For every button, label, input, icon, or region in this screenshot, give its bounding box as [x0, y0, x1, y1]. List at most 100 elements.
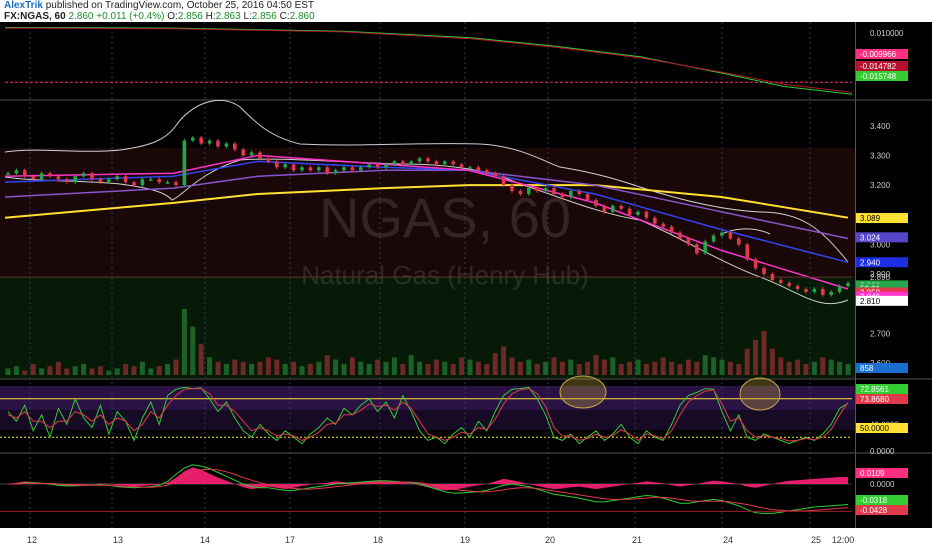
volume-bar — [795, 359, 801, 375]
volume-bar — [450, 364, 456, 375]
author-link[interactable]: AlexTrik — [4, 0, 43, 11]
close-label: C: — [279, 11, 290, 22]
candle-body — [829, 291, 833, 295]
price-change: +0.011 (+0.4%) — [96, 11, 165, 22]
volume-bar — [89, 368, 95, 375]
candle-body — [182, 140, 187, 186]
candle-body — [73, 176, 77, 183]
volume-bar — [181, 309, 187, 375]
volume-bar — [173, 359, 179, 375]
candle-body — [686, 238, 691, 245]
candle-body — [333, 170, 338, 174]
time-tick-label: 12 — [27, 535, 37, 545]
candle-body — [233, 143, 237, 150]
candle-body — [291, 164, 296, 171]
volume-bar — [442, 361, 448, 375]
volume-bar — [47, 366, 53, 375]
volume-bar — [5, 368, 11, 375]
candle-body — [451, 161, 455, 165]
candle-body — [795, 285, 800, 289]
time-tick-label: 19 — [460, 535, 470, 545]
candle-body — [476, 167, 481, 171]
volume-bar — [383, 361, 389, 375]
candle-body — [753, 259, 758, 269]
volume-bar — [543, 361, 549, 375]
candle-body — [678, 232, 682, 239]
volume-bar — [417, 361, 423, 375]
candle-body — [31, 176, 35, 180]
candle-body — [417, 158, 422, 162]
volume-bar — [433, 359, 439, 375]
volume-bar — [282, 364, 288, 375]
volume-bar — [610, 357, 616, 375]
volume-bar — [576, 364, 582, 375]
candle-body — [426, 158, 430, 162]
osc-value-tag: -0.014782 — [860, 62, 897, 71]
volume-bar — [559, 361, 565, 375]
volume-bar — [13, 366, 19, 375]
time-tick-label: 18 — [373, 535, 383, 545]
candle-body — [720, 232, 724, 236]
time-tick-label: 12:00 — [832, 535, 855, 545]
volume-bar — [467, 359, 473, 375]
volume-bar — [148, 368, 154, 375]
candle-body — [81, 173, 86, 177]
candle-body — [216, 140, 220, 147]
candle-body — [275, 161, 279, 168]
candle-body — [493, 173, 497, 177]
chart-area[interactable]: NGAS, 60 Natural Gas (Henry Hub) 0.01000… — [0, 22, 932, 550]
price-value-tag: 2.940 — [860, 258, 881, 267]
candle-body — [711, 235, 716, 242]
candle-body — [770, 274, 775, 281]
candle-body — [569, 191, 573, 197]
volume-bar — [123, 364, 129, 375]
candle-body — [23, 170, 27, 177]
volume-bar — [778, 357, 784, 375]
candle-body — [283, 164, 287, 168]
published-text: published on TradingView.com, October 25… — [45, 0, 315, 11]
volume-bar — [526, 359, 532, 375]
candle-body — [300, 167, 304, 171]
candle-body — [409, 161, 413, 165]
volume-bar — [215, 361, 221, 375]
volume-value-tag: 858 — [860, 364, 874, 373]
volume-bar — [551, 357, 557, 375]
osc-value-tag: -0.015748 — [860, 72, 897, 81]
candle-body — [543, 188, 548, 192]
price-value-tag: 3.089 — [860, 214, 881, 223]
volume-bar — [358, 361, 364, 375]
stoch-value-tag: 72.8561 — [860, 385, 889, 394]
volume-bar — [30, 364, 36, 375]
volume-bar — [257, 361, 263, 375]
candle-body — [65, 179, 69, 183]
volume-bar — [307, 364, 313, 375]
volume-bar — [517, 361, 523, 375]
candle-body — [224, 143, 229, 147]
last-price: 2.860 — [68, 11, 94, 22]
volume-bar — [593, 355, 599, 375]
volume-bar — [618, 364, 624, 375]
volume-bar — [811, 361, 817, 375]
volume-bar — [635, 359, 641, 375]
macd-tick-label: 0.0000 — [870, 480, 895, 489]
candle-body — [846, 283, 850, 286]
candle-body — [115, 176, 119, 180]
volume-bar — [207, 357, 213, 375]
open-label: O: — [167, 11, 178, 22]
volume-bar — [459, 357, 465, 375]
candle-body — [207, 140, 212, 144]
symbol-interval[interactable]: FX:NGAS, 60 — [4, 11, 66, 22]
candle-body — [728, 232, 733, 239]
candle-body — [434, 161, 439, 165]
stoch-overbought-zone — [0, 386, 855, 410]
time-tick-label: 25 — [811, 535, 821, 545]
volume-bar — [274, 359, 280, 375]
volume-bar — [585, 361, 591, 375]
low-value: 2.856 — [251, 11, 277, 22]
volume-bar — [81, 364, 87, 375]
volume-bar — [727, 361, 733, 375]
volume-bar — [769, 348, 775, 375]
candle-body — [703, 241, 707, 254]
candle-body — [552, 188, 556, 195]
high-value: 2.863 — [215, 11, 241, 22]
